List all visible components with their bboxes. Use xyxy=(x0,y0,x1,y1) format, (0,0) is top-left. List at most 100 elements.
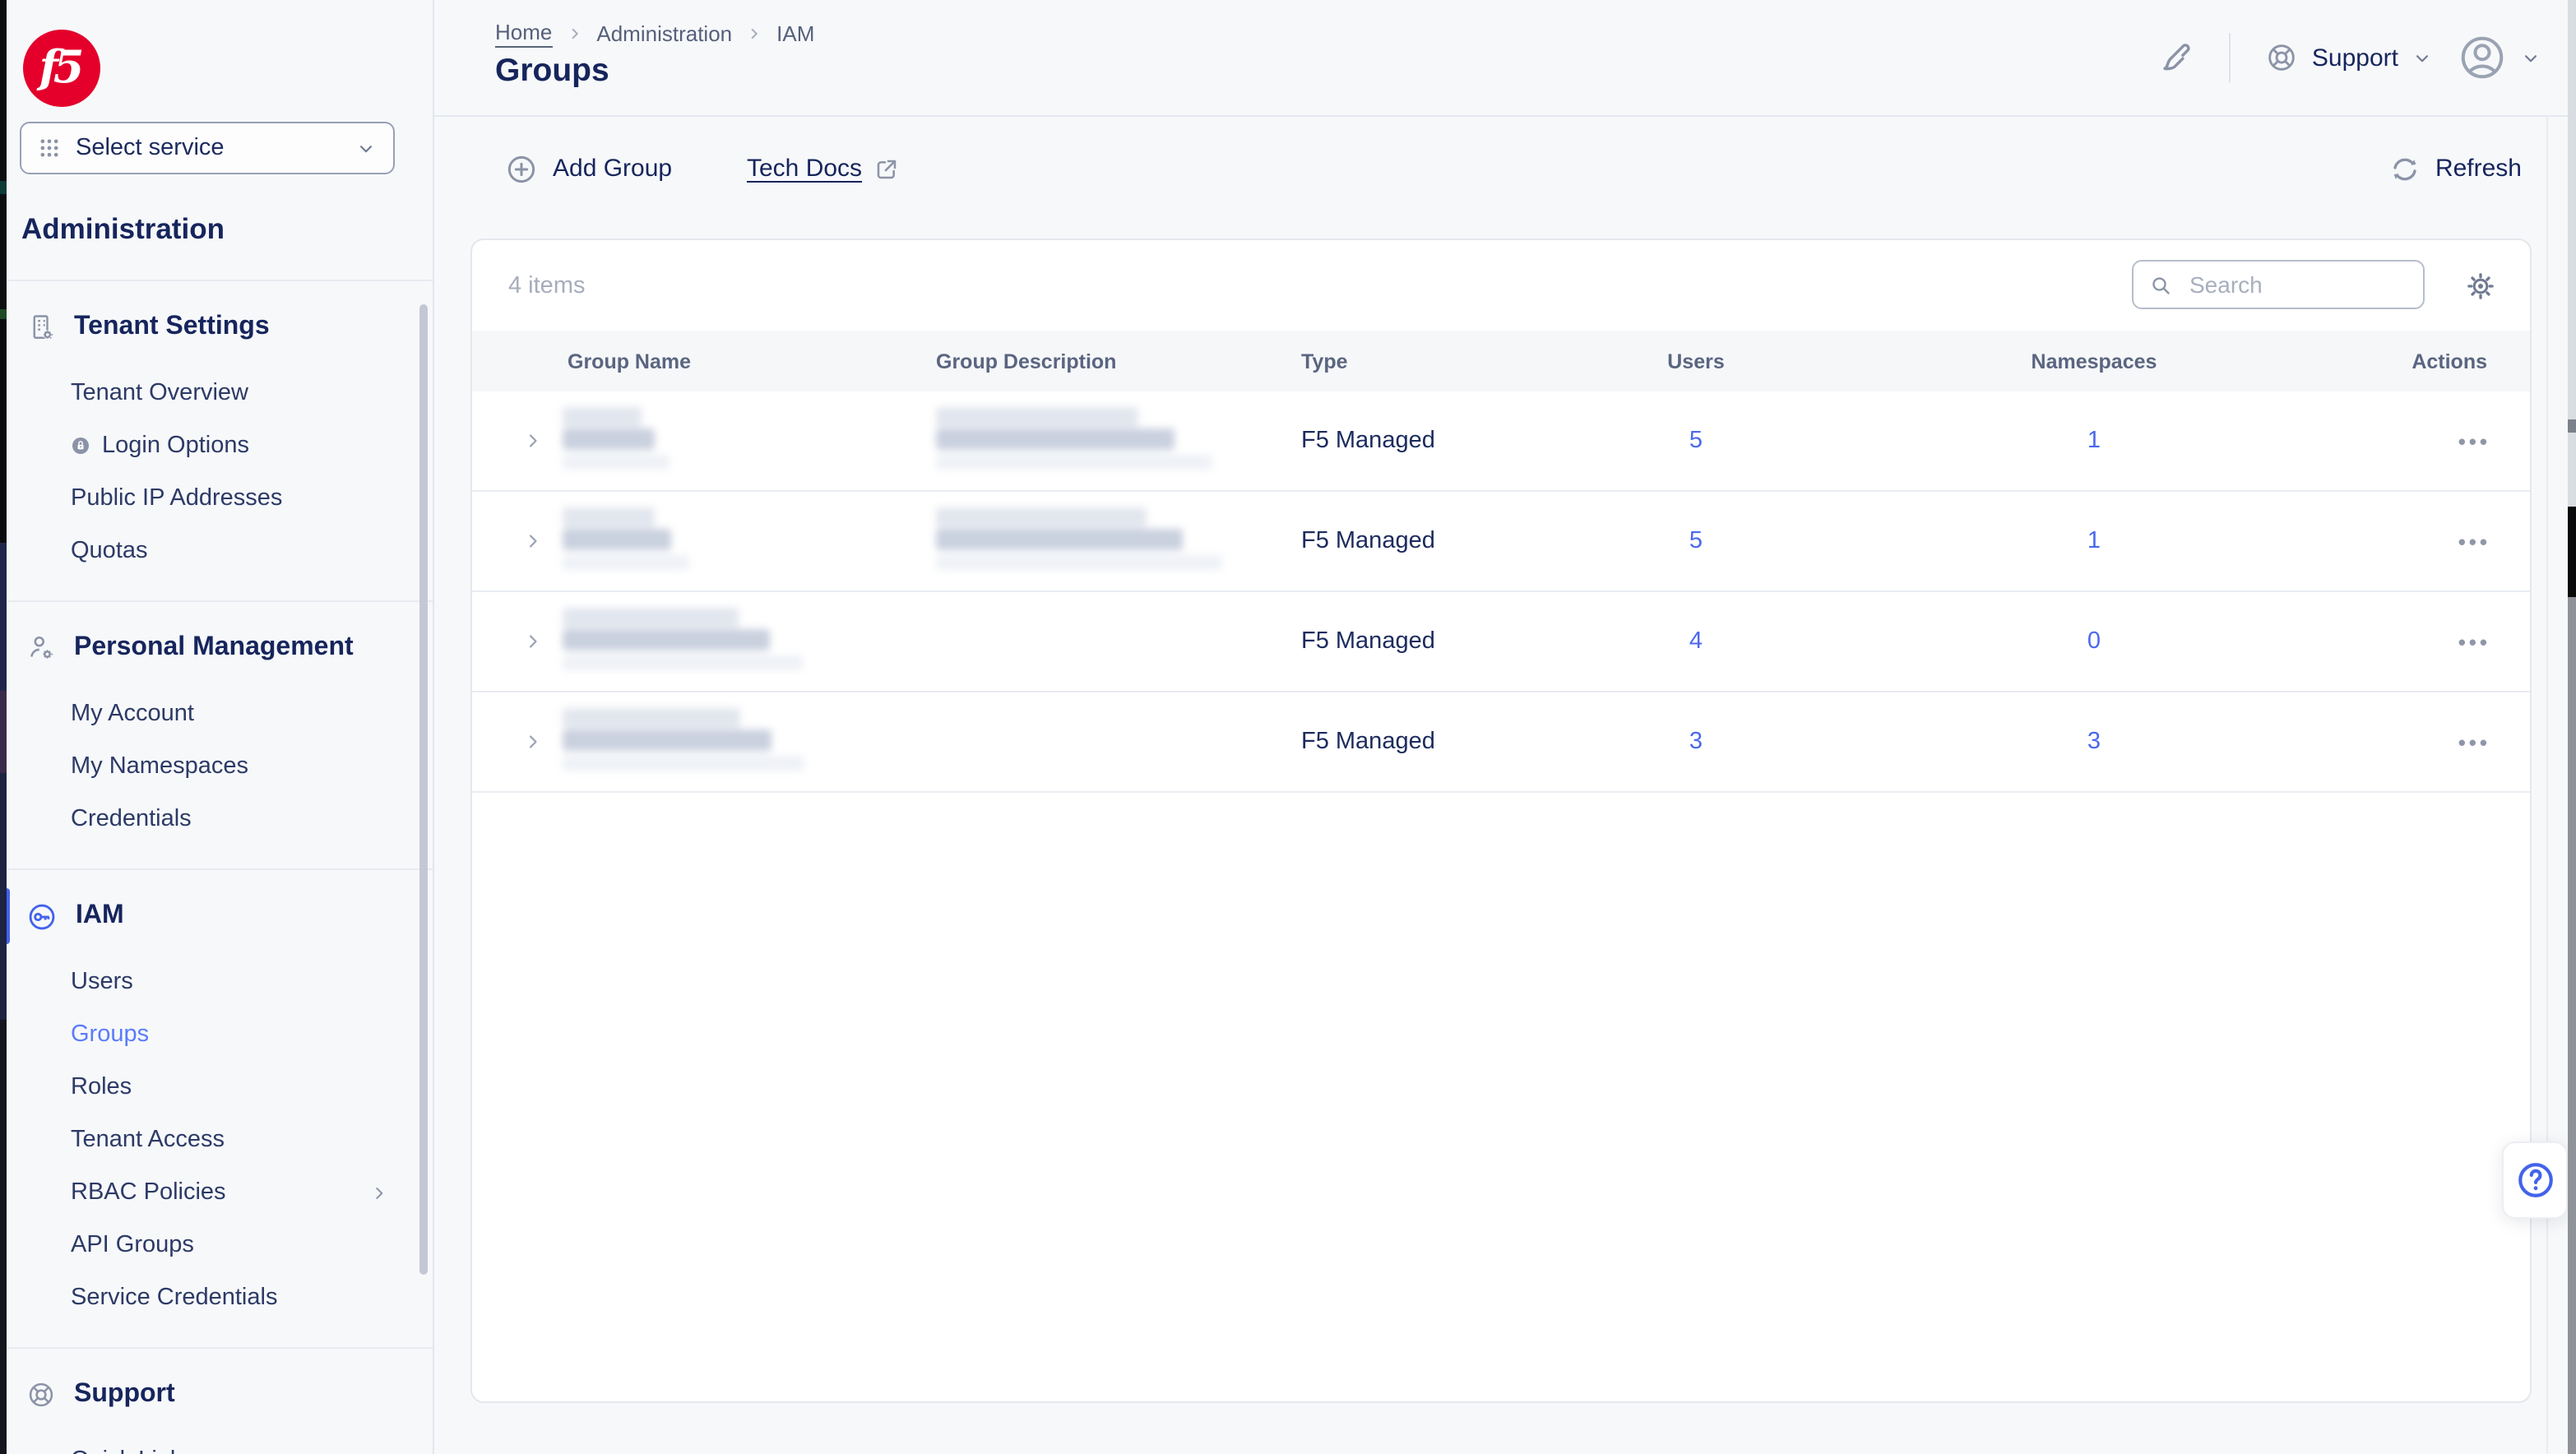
table-body: F5 Managed 5 1 ••• F5 Managed 5 1 ••• F5 Managed… xyxy=(472,391,2530,793)
toolbar: Add Group Tech Docs Refresh xyxy=(434,115,2576,222)
group-name-redacted xyxy=(563,707,805,771)
breadcrumb-administration[interactable]: Administration xyxy=(596,21,732,46)
row-actions-button[interactable]: ••• xyxy=(2458,521,2490,561)
sidebar-item-label: Login Options xyxy=(102,433,249,459)
sidebar-item-label: Quick Links xyxy=(71,1447,194,1454)
breadcrumb-home[interactable]: Home xyxy=(495,20,553,48)
sidebar-item-label: Service Credentials xyxy=(71,1285,278,1311)
search-icon xyxy=(2148,272,2173,297)
breadcrumb-iam: IAM xyxy=(776,21,815,46)
type-cell: F5 Managed xyxy=(1301,528,1435,554)
sidebar-section-support: Support Quick Links xyxy=(7,1347,433,1454)
table-row: F5 Managed 5 1 ••• xyxy=(472,492,2530,592)
table-row: F5 Managed 5 1 ••• xyxy=(472,391,2530,492)
table-row: F5 Managed 3 3 ••• xyxy=(472,692,2530,793)
column-header-users: Users xyxy=(1667,350,1725,373)
namespaces-count-link[interactable]: 3 xyxy=(2028,729,2160,755)
theme-brush-icon[interactable] xyxy=(2159,39,2195,76)
sidebar-scrollbar[interactable] xyxy=(419,304,428,1275)
sidebar-item-api-groups[interactable]: API Groups xyxy=(7,1219,433,1271)
apps-grid-icon xyxy=(38,137,61,160)
chevron-down-icon xyxy=(2520,47,2541,68)
search-input[interactable] xyxy=(2186,270,2408,299)
sidebar-item-my-account[interactable]: My Account xyxy=(7,688,433,740)
row-expand-chevron-icon[interactable] xyxy=(513,622,553,661)
column-header-group-name: Group Name xyxy=(568,350,692,373)
sidebar-section-header-tenant-settings[interactable]: Tenant Settings xyxy=(7,304,433,350)
account-menu[interactable] xyxy=(2458,33,2541,82)
row-expand-chevron-icon[interactable] xyxy=(513,421,553,461)
row-actions-button[interactable]: ••• xyxy=(2458,622,2490,661)
namespaces-count-link[interactable]: 0 xyxy=(2028,628,2160,655)
external-link-icon xyxy=(873,155,900,182)
tech-docs-link[interactable]: Tech Docs xyxy=(747,115,900,222)
f5-logo[interactable]: f5 xyxy=(23,30,100,107)
ellipsis-icon: ••• xyxy=(2458,629,2490,654)
sidebar-item-label: My Namespaces xyxy=(71,753,248,780)
avatar-icon xyxy=(2458,33,2507,82)
sidebar-item-login-options[interactable]: Login Options xyxy=(7,419,433,472)
header-actions: Support xyxy=(2159,0,2541,115)
sidebar-item-label: My Account xyxy=(71,701,194,727)
sidebar-item-label: Tenant Overview xyxy=(71,380,248,406)
sidebar-item-tenant-access[interactable]: Tenant Access xyxy=(7,1114,433,1166)
row-expand-chevron-icon[interactable] xyxy=(513,722,553,762)
refresh-label: Refresh xyxy=(2435,155,2522,183)
row-actions-button[interactable]: ••• xyxy=(2458,421,2490,461)
support-menu-label: Support xyxy=(2311,44,2398,72)
sidebar-item-quick-links[interactable]: Quick Links xyxy=(7,1434,433,1454)
sidebar-item-label: API Groups xyxy=(71,1232,194,1258)
help-button[interactable] xyxy=(2502,1141,2568,1219)
sidebar-item-roles[interactable]: Roles xyxy=(7,1061,433,1114)
sidebar-item-tenant-overview[interactable]: Tenant Overview xyxy=(7,367,433,419)
ellipsis-icon: ••• xyxy=(2458,529,2490,553)
users-count-link[interactable]: 4 xyxy=(1630,628,1762,655)
sidebar-section-header-iam[interactable]: IAM xyxy=(3,888,433,944)
table-settings-gear-icon[interactable] xyxy=(2466,271,2495,301)
namespaces-count-link[interactable]: 1 xyxy=(2028,428,2160,454)
column-header-actions: Actions xyxy=(2412,350,2487,373)
refresh-button[interactable]: Refresh xyxy=(2389,115,2522,222)
items-count: 4 items xyxy=(508,272,586,299)
sidebar-item-users[interactable]: Users xyxy=(7,956,433,1008)
breadcrumb: Home Administration IAM xyxy=(495,20,814,48)
select-service-dropdown[interactable]: Select service xyxy=(20,122,395,174)
breadcrumb-separator-icon xyxy=(745,25,763,43)
sidebar-item-quotas[interactable]: Quotas xyxy=(7,525,433,577)
sidebar-item-credentials[interactable]: Credentials xyxy=(7,793,433,845)
users-count-link[interactable]: 3 xyxy=(1630,729,1762,755)
sidebar-item-label: Quotas xyxy=(71,538,148,564)
sidebar-section-tenant-settings: Tenant Settings Tenant Overview Login Opti… xyxy=(7,280,433,600)
plus-circle-icon xyxy=(505,152,538,185)
sidebar-navigation: Tenant Settings Tenant Overview Login Opti… xyxy=(3,280,433,1454)
sidebar-section-header-support[interactable]: Support xyxy=(7,1372,433,1418)
select-service-label: Select service xyxy=(76,135,225,161)
sidebar-item-groups[interactable]: Groups xyxy=(7,1008,433,1061)
personal-management-icon xyxy=(26,633,56,663)
sidebar: f5 Select service Administration Tenant … xyxy=(3,0,434,1454)
sidebar-section-title: Tenant Settings xyxy=(74,313,270,340)
sidebar-item-public-ip-addresses[interactable]: Public IP Addresses xyxy=(7,472,433,525)
users-count-link[interactable]: 5 xyxy=(1630,528,1762,554)
page-scrollbar[interactable] xyxy=(2568,0,2576,1454)
sidebar-section-personal-management: Personal Management My Account My Namespac… xyxy=(7,600,433,868)
add-group-button[interactable]: Add Group xyxy=(505,115,672,222)
row-actions-button[interactable]: ••• xyxy=(2458,722,2490,762)
sidebar-item-label: Roles xyxy=(71,1074,132,1100)
sidebar-section-title: Support xyxy=(74,1380,175,1408)
main-header: Home Administration IAM Groups Support xyxy=(434,0,2576,117)
sidebar-item-service-credentials[interactable]: Service Credentials xyxy=(7,1271,433,1324)
sidebar-item-my-namespaces[interactable]: My Namespaces xyxy=(7,740,433,793)
breadcrumb-separator-icon xyxy=(565,25,583,43)
table-header-row: Group Name Group Description Type Users Name… xyxy=(472,331,2530,391)
group-description-redacted xyxy=(936,507,1222,570)
sidebar-section-header-personal-management[interactable]: Personal Management xyxy=(7,625,433,671)
iam-key-icon xyxy=(26,901,58,932)
chevron-down-icon xyxy=(2412,47,2433,68)
panel-edge-line xyxy=(2546,115,2548,1454)
users-count-link[interactable]: 5 xyxy=(1630,428,1762,454)
namespaces-count-link[interactable]: 1 xyxy=(2028,528,2160,554)
sidebar-item-rbac-policies[interactable]: RBAC Policies xyxy=(7,1166,433,1219)
support-menu[interactable]: Support xyxy=(2266,41,2433,74)
row-expand-chevron-icon[interactable] xyxy=(513,521,553,561)
